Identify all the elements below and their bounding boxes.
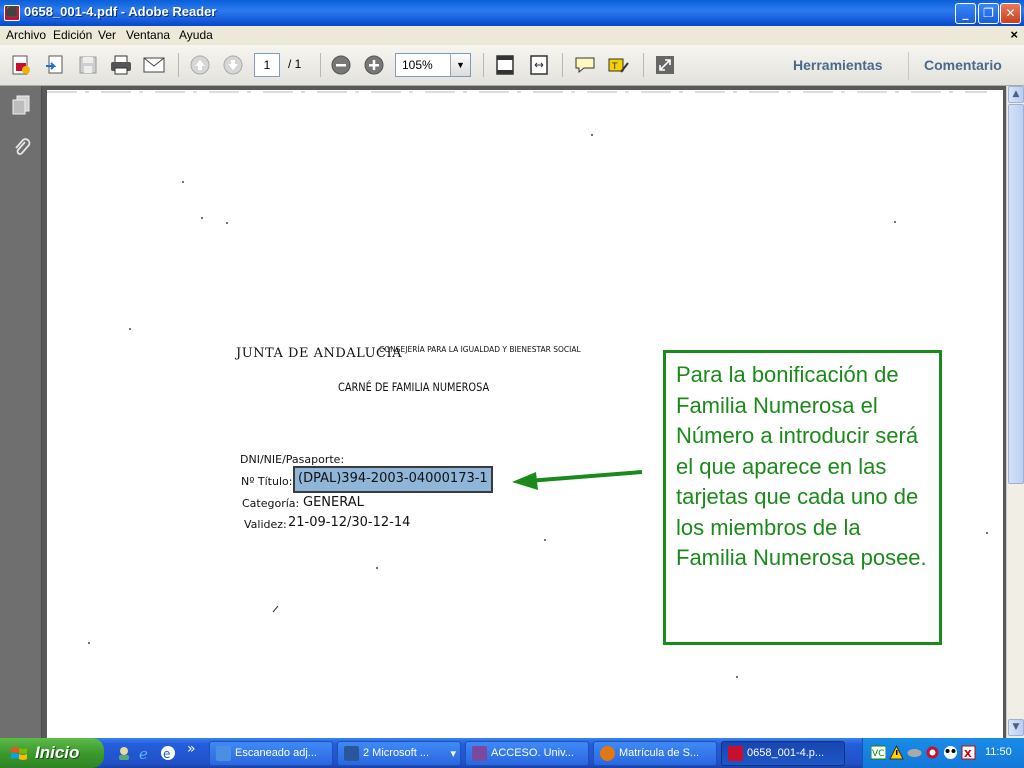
vc-tray-icon[interactable]: VC [871, 745, 886, 760]
vertical-scrollbar[interactable]: ▲ ▼ [1006, 86, 1024, 738]
previous-page-icon[interactable] [187, 53, 213, 77]
menu-ventana[interactable]: Ventana [126, 28, 170, 42]
comment-note-icon[interactable] [572, 53, 598, 77]
zoom-value: 105% [402, 58, 433, 72]
quicklaunch-more-icon[interactable]: » [187, 741, 196, 757]
navigation-panel [0, 86, 42, 738]
fit-width-icon[interactable] [526, 53, 552, 77]
annotation-box: Para la bonificación de Familia Numerosa… [663, 350, 942, 645]
titulo-value: (DPAL)394-2003-04000173-1 [298, 471, 488, 486]
start-label: Inicio [35, 743, 80, 762]
fit-page-icon[interactable] [492, 53, 518, 77]
page-number-input[interactable]: 1 [254, 53, 280, 77]
create-pdf-icon[interactable] [8, 53, 34, 77]
clock: 11:50 [985, 746, 1012, 758]
categoria-label: Categoría: [242, 497, 300, 510]
window-title: 0658_001-4.pdf - Adobe Reader [24, 4, 217, 19]
task-icon [216, 746, 231, 761]
card-title: CARNÉ DE FAMILIA NUMEROSA [338, 380, 490, 394]
maximize-button[interactable]: ❐ [978, 3, 999, 24]
zoom-in-icon[interactable] [361, 53, 387, 77]
title-bar[interactable]: ⬛ 0658_001-4.pdf - Adobe Reader _ ❐ ✕ [0, 0, 1024, 26]
adobe-reader-icon: ⬛ [4, 5, 20, 21]
task-icon [728, 746, 743, 761]
excel-tray-icon[interactable]: X [961, 745, 976, 760]
menu-ver[interactable]: Ver [98, 28, 116, 42]
email-icon[interactable] [141, 53, 167, 77]
task-matricula[interactable]: Matrícula de S... [593, 741, 717, 766]
scroll-down-icon[interactable]: ▼ [1008, 719, 1024, 736]
network-icon[interactable] [907, 745, 922, 760]
zoom-out-icon[interactable] [328, 53, 354, 77]
task-icon [344, 746, 359, 761]
arrow-icon [512, 470, 643, 490]
svg-text:VC: VC [872, 749, 884, 759]
titulo-label: Nº Título: [241, 475, 293, 488]
chevron-down-icon[interactable]: ▼ [450, 54, 470, 76]
task-escaneado[interactable]: Escaneado adj... [209, 741, 333, 766]
task-icon [600, 746, 615, 761]
validez-value: 21-09-12/30-12-14 [288, 515, 411, 530]
dni-label: DNI/NIE/Pasaporte: [240, 453, 345, 466]
quicklaunch-browser-icon[interactable]: e [160, 745, 176, 761]
task-microsoft[interactable]: 2 Microsoft ... ▾ [337, 741, 461, 766]
warning-icon[interactable] [889, 745, 904, 760]
herramientas-button[interactable]: Herramientas [793, 57, 883, 73]
svg-text:e: e [163, 747, 170, 761]
attachments-icon[interactable] [10, 136, 32, 158]
full-screen-icon[interactable] [652, 53, 678, 77]
pages-icon[interactable] [10, 94, 32, 116]
validez-label: Validez: [244, 518, 287, 531]
minimize-button[interactable]: _ [955, 3, 976, 24]
menu-bar: Archivo Edición Ver Ventana Ayuda × [0, 26, 1024, 45]
header-consejeria: CONSEJERÍA PARA LA IGUALDAD Y BIENESTAR … [379, 345, 581, 354]
panda-antivirus-icon[interactable] [943, 745, 958, 760]
scroll-thumb[interactable] [1008, 104, 1024, 484]
close-window-button[interactable]: ✕ [1000, 3, 1021, 24]
next-page-icon[interactable] [220, 53, 246, 77]
menu-archivo[interactable]: Archivo [6, 28, 46, 42]
security-tray-icon[interactable] [925, 745, 940, 760]
header-junta: JUNTA DE ANDALUCIA [236, 346, 402, 361]
quicklaunch-users-icon[interactable] [116, 745, 132, 761]
print-icon[interactable] [108, 53, 134, 77]
scroll-up-icon[interactable]: ▲ [1008, 86, 1024, 103]
system-tray: VC X 11:50 [862, 738, 1024, 768]
comentario-button[interactable]: Comentario [924, 57, 1002, 73]
close-document-icon[interactable]: × [1010, 27, 1018, 42]
task-group-dropdown-icon[interactable]: ▾ [450, 747, 456, 760]
svg-text:e: e [139, 745, 148, 761]
highlight-text-icon[interactable]: T [605, 53, 631, 77]
start-button[interactable]: Inicio [0, 738, 104, 768]
page-total-label: / 1 [288, 57, 302, 71]
menu-edicion[interactable]: Edición [53, 28, 92, 42]
internet-explorer-icon[interactable]: e [138, 745, 154, 761]
svg-text:T: T [611, 62, 618, 72]
menu-ayuda[interactable]: Ayuda [179, 28, 213, 42]
save-icon[interactable] [75, 53, 101, 77]
taskbar: Inicio e e » Escaneado adj... 2 Microsof… [0, 738, 1024, 768]
windows-logo-icon [11, 747, 27, 760]
task-acceso[interactable]: ACCESO. Univ... [465, 741, 589, 766]
task-icon [472, 746, 487, 761]
svg-text:X: X [964, 749, 972, 760]
export-icon[interactable] [42, 53, 68, 77]
categoria-value: GENERAL [303, 495, 364, 510]
task-adobe-reader[interactable]: 0658_001-4.p... [721, 741, 845, 766]
zoom-select[interactable]: 105% ▼ [395, 53, 471, 77]
